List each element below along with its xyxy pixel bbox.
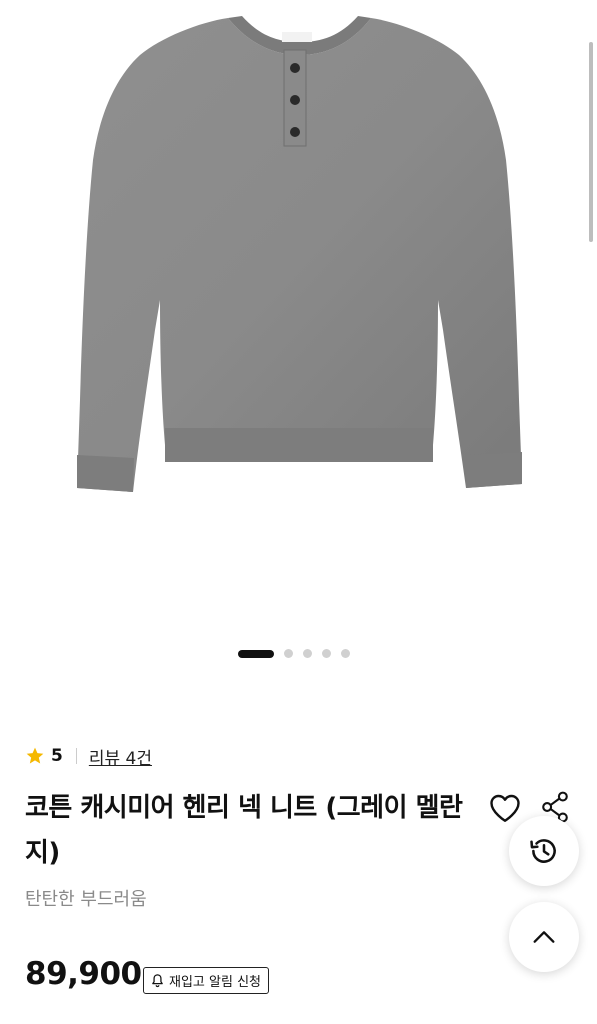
carousel-dot[interactable] [322,649,331,658]
carousel-dot-active[interactable] [238,649,274,658]
carousel-indicator [238,649,350,658]
bell-icon [152,974,163,988]
star-icon [26,747,44,764]
carousel-dot[interactable] [303,649,312,658]
scrollbar[interactable] [589,42,593,242]
product-image[interactable] [0,0,597,640]
wishlist-button[interactable] [487,790,523,826]
restock-alert-button[interactable]: 재입고 알림 신청 [143,967,269,994]
product-subtitle: 탄탄한 부드러움 [25,889,147,910]
carousel-dot[interactable] [341,649,350,658]
restock-alert-label: 재입고 알림 신청 [169,975,261,990]
product-title: 코튼 캐시미어 헨리 넥 니트 (그레이 멜란지) [25,793,463,868]
carousel-dot[interactable] [284,649,293,658]
review-count-link[interactable]: 리뷰 4건 [89,744,152,769]
scroll-to-top-button[interactable] [509,902,579,972]
sweater-illustration [77,16,522,492]
rating-value: 5 [51,746,63,766]
heart-icon [490,794,520,822]
rating-row: 5 리뷰 4건 [25,744,152,769]
recently-viewed-button[interactable] [509,816,579,886]
divider [75,748,77,764]
chevron-up-icon [533,931,555,943]
product-price: 89,900 [25,956,142,992]
history-icon [530,839,556,863]
